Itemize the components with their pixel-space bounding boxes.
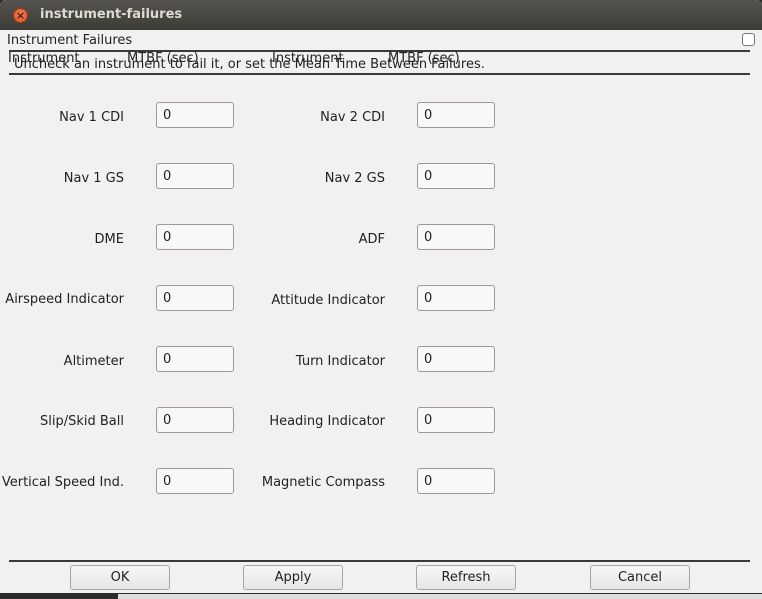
label-heading-indicator: Heading Indicator <box>269 414 385 429</box>
input-attitude-indicator[interactable] <box>417 285 495 311</box>
input-vertical-speed-ind[interactable] <box>156 468 234 494</box>
title-bar: × instrument-failures <box>0 0 762 30</box>
input-nav1-cdi[interactable] <box>156 102 234 128</box>
input-turn-indicator[interactable] <box>417 346 495 372</box>
divider-top <box>9 50 750 52</box>
label-nav1-cdi: Nav 1 CDI <box>59 110 124 125</box>
label-airspeed-indicator: Airspeed Indicator <box>5 292 124 307</box>
input-altimeter[interactable] <box>156 346 234 372</box>
input-slip-skid-ball[interactable] <box>156 407 234 433</box>
collapse-toggle[interactable] <box>742 33 755 46</box>
label-nav1-gs: Nav 1 GS <box>63 171 124 186</box>
label-attitude-indicator: Attitude Indicator <box>271 293 385 308</box>
label-nav2-gs: Nav 2 GS <box>324 171 385 186</box>
label-slip-skid-ball: Slip/Skid Ball <box>40 414 124 429</box>
input-nav2-gs[interactable] <box>417 163 495 189</box>
input-adf[interactable] <box>417 224 495 250</box>
ok-button[interactable]: OK <box>70 565 170 590</box>
label-altimeter: Altimeter <box>63 354 124 369</box>
label-turn-indicator: Turn Indicator <box>295 354 385 369</box>
instructions-text: Uncheck an instrument to fail it, or set… <box>14 57 485 72</box>
label-magnetic-compass: Magnetic Compass <box>261 475 385 490</box>
close-icon[interactable]: × <box>13 8 28 23</box>
dialog-heading: Instrument Failures <box>7 33 133 48</box>
apply-button[interactable]: Apply <box>243 565 343 590</box>
label-adf: ADF <box>358 232 385 247</box>
input-airspeed-indicator[interactable] <box>156 285 234 311</box>
input-dme[interactable] <box>156 224 234 250</box>
input-nav1-gs[interactable] <box>156 163 234 189</box>
window-title: instrument-failures <box>40 7 183 22</box>
label-dme: DME <box>94 232 124 247</box>
instrument-failures-window: × instrument-failures Instrument Failure… <box>0 0 762 599</box>
background-panel <box>118 594 762 599</box>
refresh-button[interactable]: Refresh <box>416 565 516 590</box>
label-nav2-cdi: Nav 2 CDI <box>320 110 385 125</box>
divider-bottom <box>9 560 750 562</box>
label-vertical-speed-ind: Vertical Speed Ind. <box>1 475 124 490</box>
input-magnetic-compass[interactable] <box>417 468 495 494</box>
input-heading-indicator[interactable] <box>417 407 495 433</box>
divider-header <box>9 73 750 75</box>
input-nav2-cdi[interactable] <box>417 102 495 128</box>
cancel-button[interactable]: Cancel <box>590 565 690 590</box>
